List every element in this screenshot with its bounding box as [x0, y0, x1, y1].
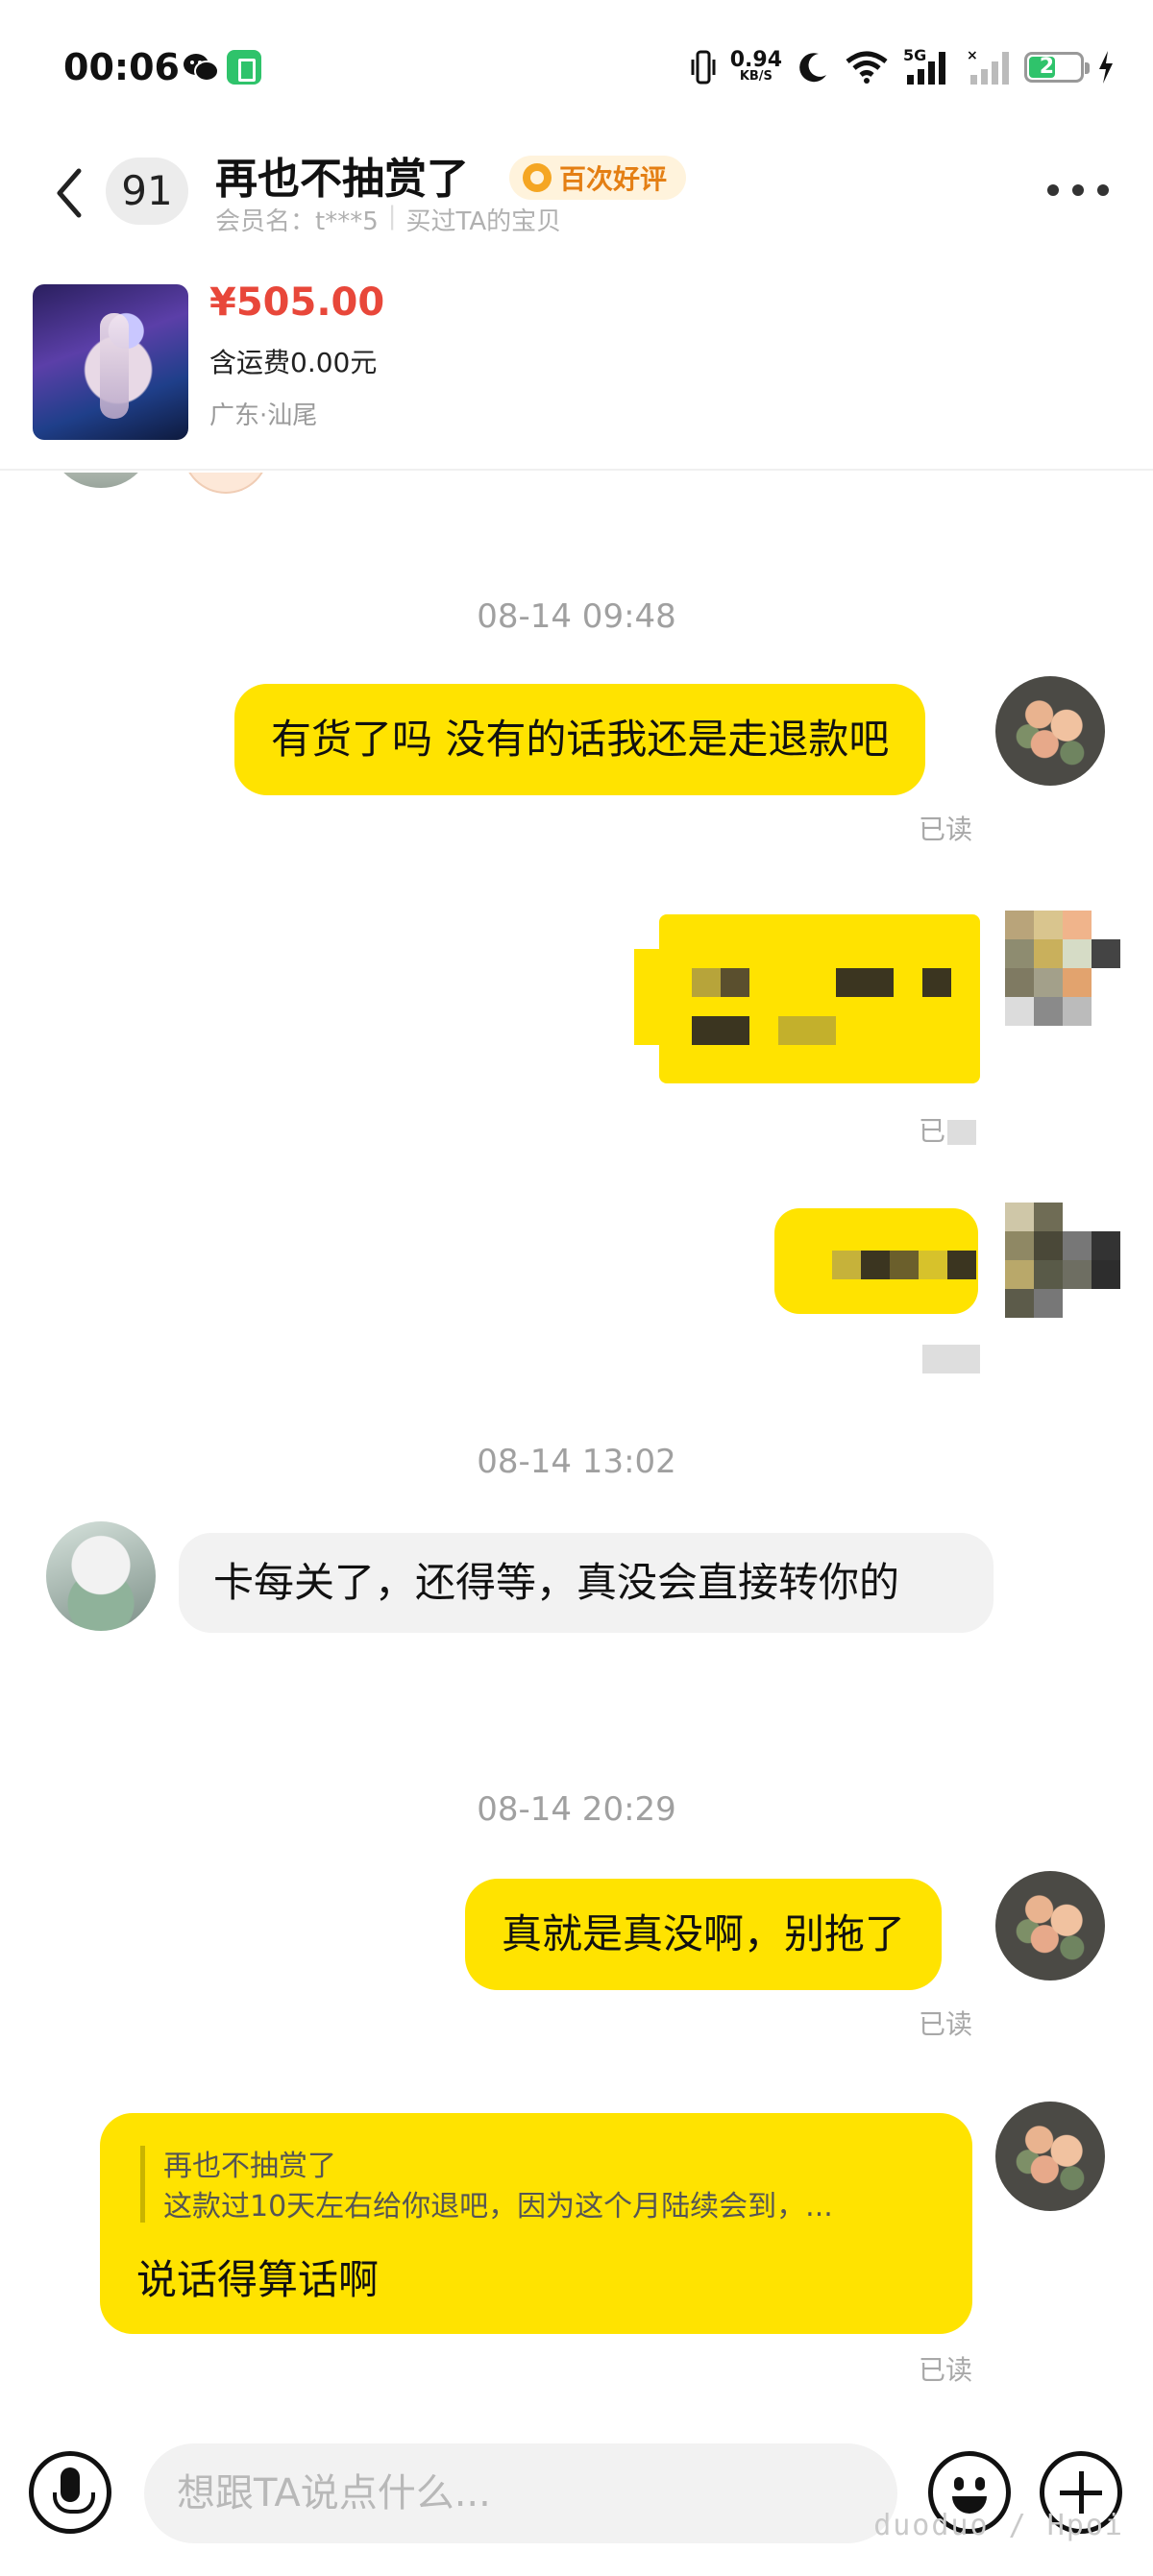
avatar: [48, 473, 154, 488]
read-status: 已读: [919, 2354, 973, 2386]
my-avatar[interactable]: [1005, 1203, 1120, 1318]
member-info: 会员名：t***5 | 买过TA的宝贝: [215, 202, 562, 237]
chat-header: 91 再也不抽赏了 百次好评 会员名：t***5 | 买过TA的宝贝: [0, 134, 1153, 269]
my-avatar[interactable]: [1005, 911, 1120, 1026]
status-icons: 0.94 KB/S 5G × 27: [690, 44, 1115, 90]
dot-icon: [1047, 184, 1059, 196]
net-speed: 0.94 KB/S: [729, 48, 782, 84]
my-avatar[interactable]: [995, 676, 1105, 786]
battery-indicator: 27: [1024, 52, 1090, 83]
timestamp: 08-14 09:48: [477, 597, 676, 636]
read-status: 已: [919, 1110, 977, 1149]
shipping-info: 含运费0.00元: [209, 347, 378, 378]
bought-items-link[interactable]: 买过TA的宝贝: [406, 202, 562, 237]
dot-icon: [1072, 184, 1084, 196]
rating-badge: 百次好评: [509, 156, 687, 200]
app-notification-icon: [227, 50, 261, 85]
seller-avatar[interactable]: [46, 1521, 156, 1631]
read-status: 已读: [919, 2008, 973, 2040]
dot-icon: [1097, 184, 1109, 196]
moon-icon: [799, 53, 826, 83]
quote-bar: [140, 2146, 145, 2223]
voice-input-icon[interactable]: [29, 2451, 111, 2534]
message-input[interactable]: 想跟TA说点什么...: [144, 2443, 897, 2543]
more-options-button[interactable]: [1047, 181, 1109, 200]
avatar: [183, 473, 269, 494]
watermark: duoduo / Hpoi: [873, 2509, 1124, 2542]
message-bubble-quote-reply[interactable]: 再也不抽赏了 这款过10天左右给你退吧，因为这个月陆续会到，... 说话得算话啊: [100, 2113, 972, 2334]
unread-count-badge[interactable]: 91: [106, 158, 188, 225]
charging-icon: [1099, 51, 1113, 84]
quote-author: 再也不抽赏了: [163, 2150, 336, 2183]
message-bubble-sent[interactable]: 有货了吗 没有的话我还是走退款吧: [234, 684, 926, 795]
input-bar: 想跟TA说点什么...: [0, 2422, 1153, 2576]
product-thumbnail[interactable]: [33, 284, 188, 440]
product-price: ¥505.00: [209, 280, 385, 325]
message-bubble-sent[interactable]: 真就是真没啊，别拖了: [465, 1879, 943, 1990]
signal-5g-icon: 5G: [903, 46, 953, 86]
back-arrow-icon[interactable]: [46, 159, 94, 227]
svg-text:×: ×: [967, 48, 978, 63]
medal-icon: [523, 163, 552, 192]
read-status-blurred: [922, 1345, 980, 1373]
my-avatar[interactable]: [995, 2102, 1105, 2211]
read-status: 已读: [919, 814, 973, 845]
quote-text: 这款过10天左右给你退吧，因为这个月陆续会到，...: [163, 2190, 833, 2224]
signal-no-service-icon: ×: [967, 48, 1009, 85]
message-bubble-blurred[interactable]: [774, 1208, 978, 1314]
message-bubble-blurred[interactable]: [634, 911, 980, 1083]
member-name: 会员名：t***5: [215, 207, 379, 236]
my-avatar[interactable]: [995, 1871, 1105, 1981]
wifi-icon: [846, 51, 888, 84]
status-time: 00:06: [63, 46, 180, 88]
product-card[interactable]: ¥505.00 含运费0.00元 广东·汕尾: [0, 277, 1153, 471]
status-bar: 00:06 0.94 KB/S 5G × 27: [0, 0, 1153, 134]
vibrate-icon: [691, 50, 716, 85]
message-bubble-received[interactable]: 卡每关了，还得等，真没会直接转你的: [179, 1533, 994, 1633]
timestamp: 08-14 20:29: [477, 1790, 676, 1829]
timestamp: 08-14 13:02: [477, 1443, 676, 1481]
wechat-icon: [184, 54, 219, 82]
reply-text: 说话得算话啊: [136, 2256, 380, 2303]
shop-name[interactable]: 再也不抽赏了: [215, 144, 469, 206]
seller-location: 广东·汕尾: [209, 401, 318, 430]
